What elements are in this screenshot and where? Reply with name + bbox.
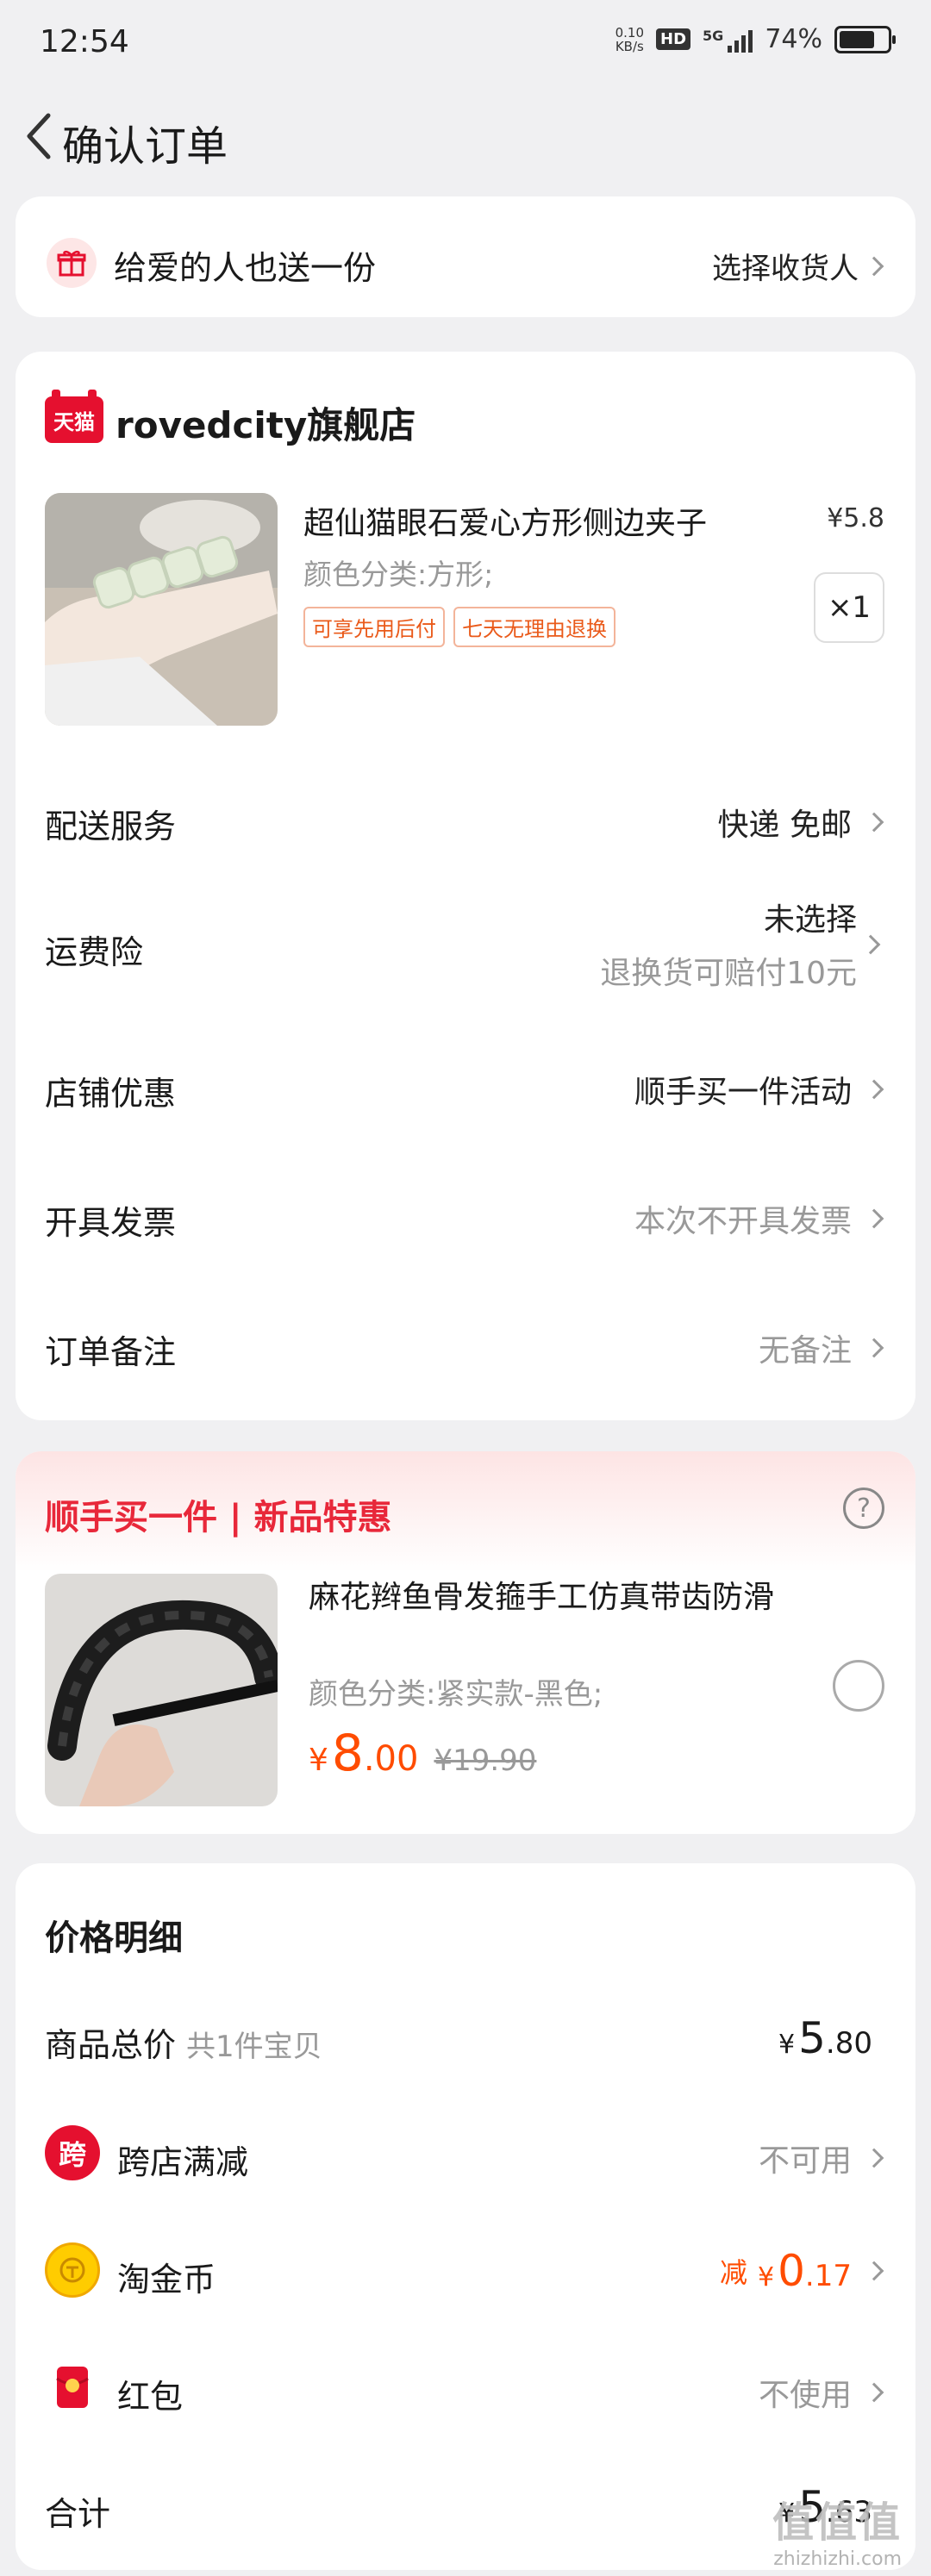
gift-card[interactable]: 给爱的人也送一份 选择收货人 [16, 196, 915, 317]
row-label: 合计 [45, 2495, 111, 2533]
nav-bar: 确认订单 [0, 86, 931, 190]
chevron-right-icon [864, 256, 884, 276]
row-label: 红包 [117, 2378, 184, 2416]
chevron-right-icon [864, 2148, 884, 2168]
promo-old-price: ¥19.90 [434, 1743, 537, 1778]
net-speed: 0.10 KB/s [615, 24, 645, 54]
row-value: 顺手买一件活动 [634, 1075, 852, 1110]
promo-card: 顺手买一件 | 新品特惠 ? 麻花辫鱼骨发箍手工仿真带齿防滑 颜色分类:紧实款-… [16, 1451, 915, 1834]
chevron-right-icon [864, 1338, 884, 1358]
coin-icon [45, 2242, 100, 2298]
product-image[interactable] [45, 493, 278, 726]
row-label: 跨店满减 [117, 2143, 249, 2181]
promo-title: 顺手买一件 | 新品特惠 [45, 1498, 392, 1537]
row-value: 本次不开具发票 [634, 1204, 852, 1239]
row-store-discount[interactable]: 店铺优惠 顺手买一件活动 [16, 1050, 915, 1119]
coin-value: ¥ 0 .17 [758, 2246, 852, 2296]
coin-prefix: 减 [720, 2256, 748, 2289]
gift-text: 给爱的人也送一份 [114, 249, 377, 287]
row-cross-store[interactable]: 跨 跨店满减 不可用 [16, 2118, 915, 2187]
price-detail-card: 价格明细 商品总价共1件宝贝 ¥ 5 .80 跨 跨店满减 不可用 淘金币 减 [16, 1863, 915, 2570]
row-invoice[interactable]: 开具发票 本次不开具发票 [16, 1179, 915, 1248]
status-indicators: 0.10 KB/s HD 5G 74% [615, 24, 896, 54]
back-arrow-icon[interactable] [17, 110, 60, 162]
row-goods-total: 商品总价 共1件宝贝 ¥ 5 .80 [16, 2001, 915, 2070]
product-title[interactable]: 超仙猫眼石爱心方形侧边夹子 [303, 498, 707, 543]
gift-icon [47, 238, 97, 288]
row-delivery[interactable]: 配送服务 快递 免邮 [16, 783, 915, 851]
signal-icon: 5G [703, 27, 753, 53]
chevron-right-icon [864, 1079, 884, 1100]
hd-icon: HD [656, 28, 691, 50]
status-time: 12:54 [40, 24, 129, 59]
row-value: 快递 免邮 [717, 808, 852, 843]
product-spec[interactable]: 颜色分类:方形; [303, 552, 493, 593]
row-value: 不可用 [758, 2143, 852, 2179]
promo-product-image[interactable] [45, 1574, 278, 1806]
help-icon[interactable]: ? [843, 1488, 884, 1529]
store-name[interactable]: rovedcity旗舰店 [116, 396, 416, 449]
page-title: 确认订单 [62, 122, 228, 171]
red-packet-icon [45, 2360, 100, 2415]
tmall-icon: 天猫 [45, 390, 103, 443]
row-value: 无备注 [758, 1333, 852, 1369]
product-price: ¥5.8 [827, 503, 884, 533]
battery-percent: 74% [765, 24, 822, 54]
battery-icon [834, 25, 896, 53]
row-order-note[interactable]: 订单备注 无备注 [16, 1308, 915, 1377]
row-value: 不使用 [758, 2378, 852, 2413]
row-label: 配送服务 [45, 808, 177, 845]
row-label: 运费险 [45, 933, 144, 971]
quantity-stepper[interactable]: ×1 [814, 572, 884, 643]
tag-pay-later: 可享先用后付 [303, 607, 445, 647]
row-label: 淘金币 [117, 2261, 216, 2298]
chevron-right-icon [864, 1208, 884, 1229]
promo-product-title[interactable]: 麻花辫鱼骨发箍手工仿真带齿防滑 [309, 1577, 809, 1619]
product-tags: 可享先用后付 七天无理由退换 [303, 607, 615, 647]
row-label: 商品总价 [45, 2026, 177, 2064]
row-label: 开具发票 [45, 1204, 177, 1242]
row-subvalue: 退换货可赔付10元 [600, 956, 857, 991]
chevron-right-icon [864, 812, 884, 833]
row-label: 店铺优惠 [45, 1075, 177, 1113]
promo-product-spec[interactable]: 颜色分类:紧实款-黑色; [309, 1670, 603, 1712]
store-card: 天猫 rovedcity旗舰店 超仙猫眼石爱心方形侧边夹子 ¥5.8 颜色分类:… [16, 352, 915, 1420]
row-red-packet[interactable]: 红包 不使用 [16, 2353, 915, 2422]
chevron-right-icon [864, 2261, 884, 2281]
row-label: 订单备注 [45, 1333, 177, 1371]
chevron-right-icon [864, 2382, 884, 2403]
row-shipping-insurance[interactable]: 运费险 未选择 退换货可赔付10元 [16, 886, 915, 998]
select-recipient-link[interactable]: 选择收货人 [712, 245, 884, 287]
row-value: 未选择 [763, 902, 857, 938]
row-taojinbi[interactable]: 淘金币 减 ¥ 0 .17 [16, 2236, 915, 2305]
promo-product-price: ¥ 8 .00 ¥19.90 [309, 1724, 537, 1782]
watermark: 值值值 zhizhizhi.com [772, 2498, 902, 2570]
price-detail-heading: 价格明细 [45, 1918, 183, 1958]
goods-total-value: ¥ 5 .80 [778, 2013, 872, 2063]
promo-select-radio[interactable] [833, 1660, 884, 1712]
cross-store-icon: 跨 [45, 2125, 100, 2180]
row-sublabel: 共1件宝贝 [186, 2030, 322, 2064]
tag-return-7days: 七天无理由退换 [453, 607, 615, 647]
status-bar: 12:54 0.10 KB/s HD 5G 74% [0, 0, 931, 86]
chevron-right-icon [860, 934, 881, 955]
